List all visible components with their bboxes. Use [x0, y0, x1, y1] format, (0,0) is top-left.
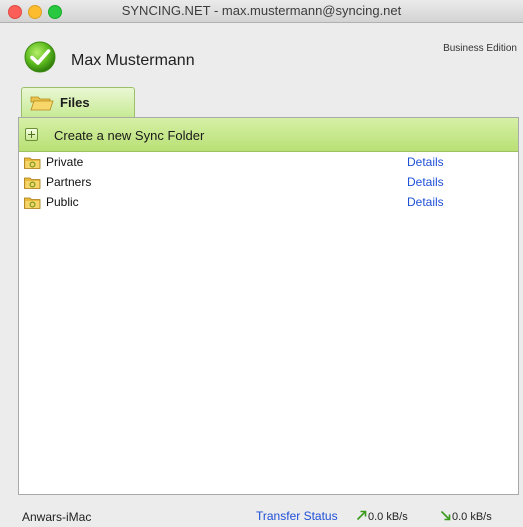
download-arrow-icon [440, 510, 451, 521]
create-sync-folder-label: Create a new Sync Folder [54, 128, 205, 143]
upload-rate-value: 0.0 kB/s [368, 511, 408, 523]
folder-details-link[interactable]: Details [407, 175, 444, 189]
window-title: SYNCING.NET - max.mustermann@syncing.net [121, 3, 402, 18]
tab-files-label: Files [60, 95, 90, 110]
folder-row-partners[interactable]: Partners Details [19, 174, 518, 191]
account-name: Max Mustermann [71, 52, 195, 69]
folder-row-private[interactable]: Private Details [19, 154, 518, 171]
folder-name: Public [46, 195, 79, 209]
sync-folder-icon [24, 156, 41, 174]
files-panel: Create a new Sync Folder Private Details… [18, 117, 519, 495]
green-check-icon [24, 41, 56, 78]
edition-label: Business Edition [443, 43, 517, 54]
status-bar: Anwars-iMac Transfer Status 0.0 kB/s 0.0… [0, 500, 523, 527]
folder-details-link[interactable]: Details [407, 195, 444, 209]
tab-files[interactable]: Files [21, 87, 135, 118]
title-bar: SYNCING.NET - max.mustermann@syncing.net [0, 0, 523, 23]
account-header: Max Mustermann Business Edition [0, 23, 523, 85]
sync-folder-icon [24, 196, 41, 214]
download-rate: 0.0 kB/s [440, 510, 492, 523]
create-sync-folder-button[interactable]: Create a new Sync Folder [19, 118, 518, 152]
plus-icon [25, 128, 38, 141]
machine-name: Anwars-iMac [22, 510, 92, 524]
transfer-status-link[interactable]: Transfer Status [256, 509, 338, 523]
download-rate-value: 0.0 kB/s [452, 511, 492, 523]
folder-row-public[interactable]: Public Details [19, 194, 518, 211]
open-folder-icon [30, 94, 54, 117]
folder-name: Private [46, 155, 84, 169]
folder-details-link[interactable]: Details [407, 155, 444, 169]
upload-rate: 0.0 kB/s [356, 510, 408, 523]
upload-arrow-icon [356, 510, 367, 521]
folder-name: Partners [46, 175, 92, 189]
sync-folder-icon [24, 176, 41, 194]
